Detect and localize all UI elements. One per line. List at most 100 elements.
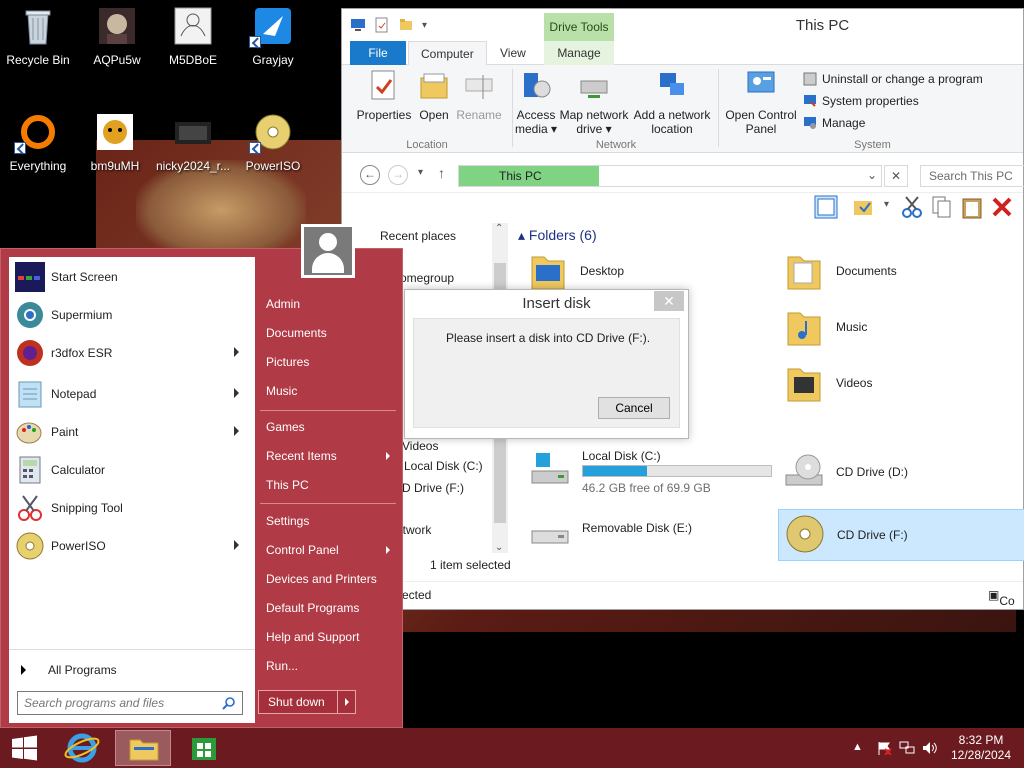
scroll-down-icon[interactable]: ⌄ bbox=[495, 542, 503, 553]
drive-removable-e[interactable]: Removable Disk (E:) bbox=[528, 513, 778, 553]
desktop-icon-everything[interactable]: Everything bbox=[0, 112, 76, 173]
access-media-button[interactable]: Access media ▾ bbox=[514, 69, 558, 136]
add-network-location-button[interactable]: Add a network location bbox=[630, 69, 714, 136]
start-link-devices-printers[interactable]: Devices and Printers bbox=[266, 572, 377, 586]
show-hidden-icons-icon[interactable]: ▲ bbox=[852, 741, 868, 755]
folder-desktop[interactable]: Desktop bbox=[528, 249, 624, 293]
file-explorer-taskbar-button[interactable] bbox=[115, 730, 171, 766]
action-center-flag-icon[interactable] bbox=[876, 741, 892, 755]
internet-explorer-icon[interactable] bbox=[54, 730, 110, 766]
start-link-admin[interactable]: Admin bbox=[266, 297, 300, 311]
delete-icon[interactable] bbox=[990, 195, 1014, 219]
start-item-notepad[interactable]: Notepad bbox=[15, 378, 247, 410]
windows-start-icon[interactable] bbox=[0, 730, 48, 766]
copy-icon[interactable] bbox=[930, 195, 954, 219]
store-icon[interactable] bbox=[176, 730, 232, 766]
start-link-recent-items[interactable]: Recent Items bbox=[266, 449, 390, 463]
desktop-icon-label: nicky2024_r... bbox=[155, 159, 231, 173]
network-icon[interactable] bbox=[899, 741, 915, 755]
title-bar: ▾ Drive Tools This PC bbox=[342, 9, 1023, 41]
all-programs-button[interactable]: All Programs bbox=[21, 663, 117, 677]
drive-local-disk-c[interactable]: Local Disk (C:) 46.2 GB free of 69.9 GB bbox=[528, 449, 778, 495]
nav-item-local-disk-c[interactable]: Local Disk (C:) bbox=[404, 459, 483, 473]
cancel-button[interactable]: Cancel bbox=[598, 397, 670, 419]
uninstall-program-button[interactable]: Uninstall or change a program bbox=[802, 71, 983, 87]
desktop-icon-grayjay[interactable]: Grayjay bbox=[235, 6, 311, 67]
up-arrow-icon[interactable]: ↑ bbox=[438, 165, 445, 181]
map-network-drive-button[interactable]: Map network drive ▾ bbox=[558, 69, 630, 136]
rename-button[interactable]: Rename bbox=[454, 69, 504, 122]
disk-usage-bar bbox=[582, 465, 772, 477]
desktop-icon-recycle-bin[interactable]: Recycle Bin bbox=[0, 6, 76, 67]
start-item-calculator[interactable]: Calculator bbox=[15, 454, 247, 486]
preview-pane-icon[interactable] bbox=[814, 195, 838, 219]
desktop-icon-nicky2024[interactable]: nicky2024_r... bbox=[155, 112, 231, 173]
recent-locations-dropdown-icon[interactable]: ▾ bbox=[418, 167, 423, 178]
shutdown-options-arrow-icon[interactable] bbox=[345, 698, 349, 706]
dropdown-icon[interactable]: ▾ bbox=[884, 199, 889, 210]
folder-music[interactable]: Music bbox=[784, 305, 867, 349]
folders-section-title[interactable]: ▴ Folders (6) bbox=[518, 227, 597, 244]
start-item-paint[interactable]: Paint bbox=[15, 416, 247, 448]
shortcut-arrow-icon bbox=[249, 142, 261, 154]
address-dropdown-icon[interactable]: ⌄ bbox=[867, 168, 877, 182]
user-avatar[interactable] bbox=[301, 224, 355, 278]
ribbon-separator bbox=[512, 69, 513, 147]
dialog-close-button[interactable]: ✕ bbox=[654, 291, 684, 311]
tab-view[interactable]: View bbox=[488, 41, 538, 65]
tab-manage[interactable]: Manage bbox=[544, 41, 614, 65]
system-clock[interactable]: 8:32 PM 12/28/2024 bbox=[942, 733, 1020, 763]
start-link-run[interactable]: Run... bbox=[266, 659, 298, 673]
start-link-games[interactable]: Games bbox=[266, 420, 305, 434]
back-button[interactable]: ← bbox=[360, 165, 380, 185]
start-link-documents[interactable]: Documents bbox=[266, 326, 327, 340]
breadcrumb-this-pc[interactable]: This PC bbox=[459, 166, 599, 186]
start-link-settings[interactable]: Settings bbox=[266, 514, 309, 528]
start-link-this-pc[interactable]: This PC bbox=[266, 478, 309, 492]
folder-options-icon[interactable] bbox=[852, 195, 876, 219]
tab-file[interactable]: File bbox=[350, 41, 406, 65]
access-media-icon bbox=[524, 73, 551, 98]
start-link-control-panel[interactable]: Control Panel bbox=[266, 543, 390, 557]
nav-item-videos[interactable]: Videos bbox=[402, 439, 438, 453]
start-link-pictures[interactable]: Pictures bbox=[266, 355, 309, 369]
start-item-poweriso[interactable]: PowerISO bbox=[15, 530, 247, 562]
cut-icon[interactable] bbox=[900, 195, 924, 219]
drive-cd-f[interactable]: CD Drive (F:) bbox=[778, 509, 1024, 561]
start-search-input[interactable]: Search programs and files bbox=[17, 691, 243, 715]
nav-item-homegroup[interactable]: omegroup bbox=[400, 271, 454, 285]
network-drive-icon bbox=[580, 80, 608, 98]
nav-item-recent-places[interactable]: Recent places bbox=[380, 229, 456, 243]
start-item-snipping-tool[interactable]: Snipping Tool bbox=[15, 492, 247, 524]
open-button[interactable]: Open bbox=[414, 69, 454, 122]
start-link-default-programs[interactable]: Default Programs bbox=[266, 601, 359, 615]
start-item-supermium[interactable]: Supermium bbox=[15, 299, 247, 331]
start-link-help-support[interactable]: Help and Support bbox=[266, 630, 359, 644]
properties-button[interactable]: Properties bbox=[354, 69, 414, 122]
start-item-r3dfox[interactable]: r3dfox ESR bbox=[15, 337, 247, 369]
start-link-music[interactable]: Music bbox=[266, 384, 297, 398]
system-properties-button[interactable]: System properties bbox=[802, 93, 919, 109]
folder-icon bbox=[531, 256, 565, 290]
desktop-icon-poweriso[interactable]: PowerISO bbox=[235, 112, 311, 173]
manage-icon bbox=[804, 117, 816, 129]
desktop-icon-bm9umh[interactable]: bm9uMH bbox=[77, 112, 153, 173]
volume-icon[interactable] bbox=[922, 741, 938, 755]
tab-computer[interactable]: Computer bbox=[408, 41, 487, 65]
folder-videos[interactable]: Videos bbox=[784, 361, 872, 405]
drive-cd-d[interactable]: CD Drive (D:) bbox=[782, 451, 982, 497]
folder-documents[interactable]: Documents bbox=[784, 249, 897, 293]
desktop-icon-m5dboe[interactable]: M5DBoE bbox=[155, 6, 231, 67]
scroll-up-icon[interactable]: ⌃ bbox=[495, 223, 503, 234]
forward-button[interactable]: → bbox=[388, 165, 408, 185]
start-item-start-screen[interactable]: Start Screen bbox=[15, 261, 247, 293]
shutdown-button[interactable]: Shut down bbox=[258, 690, 356, 714]
desktop-icon-aqpu5w[interactable]: AQPu5w bbox=[79, 6, 155, 67]
refresh-button[interactable]: ✕ bbox=[884, 165, 908, 187]
address-input[interactable]: This PC ⌄ bbox=[458, 165, 882, 187]
manage-button[interactable]: Manage bbox=[802, 115, 865, 131]
nav-item-cd-drive-f[interactable]: D Drive (F:) bbox=[402, 481, 464, 495]
paste-icon[interactable] bbox=[960, 195, 984, 219]
search-input[interactable]: Search This PC bbox=[920, 165, 1024, 187]
open-control-panel-button[interactable]: Open Control Panel bbox=[724, 69, 798, 136]
